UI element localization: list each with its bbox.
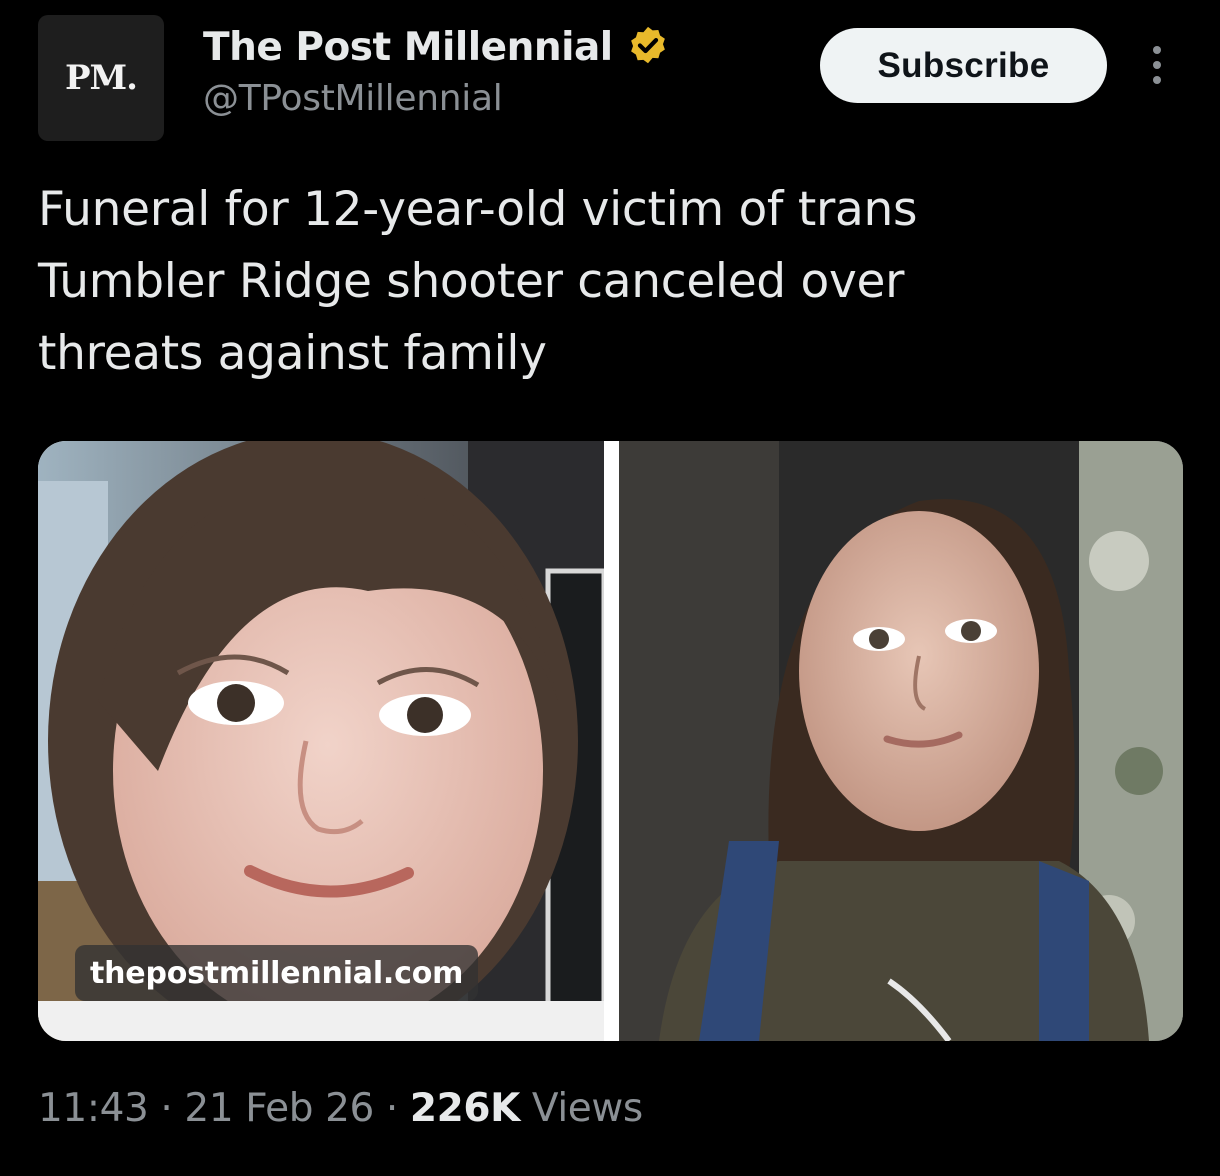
media-grid[interactable]: thepostmillennial.com xyxy=(38,441,1183,1041)
verified-badge-icon xyxy=(630,26,665,64)
tweet-text: Funeral for 12-year-old victim of trans … xyxy=(38,182,918,381)
more-vertical-icon[interactable] xyxy=(1146,44,1168,86)
media-image-right[interactable] xyxy=(619,441,1183,1041)
tweet-meta: 11:43 · 21 Feb 26 · 226K Views xyxy=(38,1086,643,1131)
account-name-row[interactable]: The Post Millennial xyxy=(203,22,671,72)
tweet-time[interactable]: 11:43 xyxy=(38,1086,149,1131)
views-count[interactable]: 226K xyxy=(410,1086,520,1131)
avatar-logo-text: PM. xyxy=(64,58,138,98)
display-name[interactable]: The Post Millennial xyxy=(203,25,613,70)
meta-separator: · xyxy=(373,1086,410,1131)
views-label: Views xyxy=(519,1086,643,1131)
account-handle[interactable]: @TPostMillennial xyxy=(203,78,503,119)
media-image-left[interactable]: thepostmillennial.com xyxy=(38,441,604,1041)
photo-person-illustration xyxy=(619,441,1183,1041)
meta-separator: · xyxy=(148,1086,185,1131)
source-watermark: thepostmillennial.com xyxy=(75,945,479,1001)
subscribe-button[interactable]: Subscribe xyxy=(820,28,1107,103)
avatar[interactable]: PM. xyxy=(38,15,164,141)
tweet-date[interactable]: 21 Feb 26 xyxy=(184,1086,374,1131)
